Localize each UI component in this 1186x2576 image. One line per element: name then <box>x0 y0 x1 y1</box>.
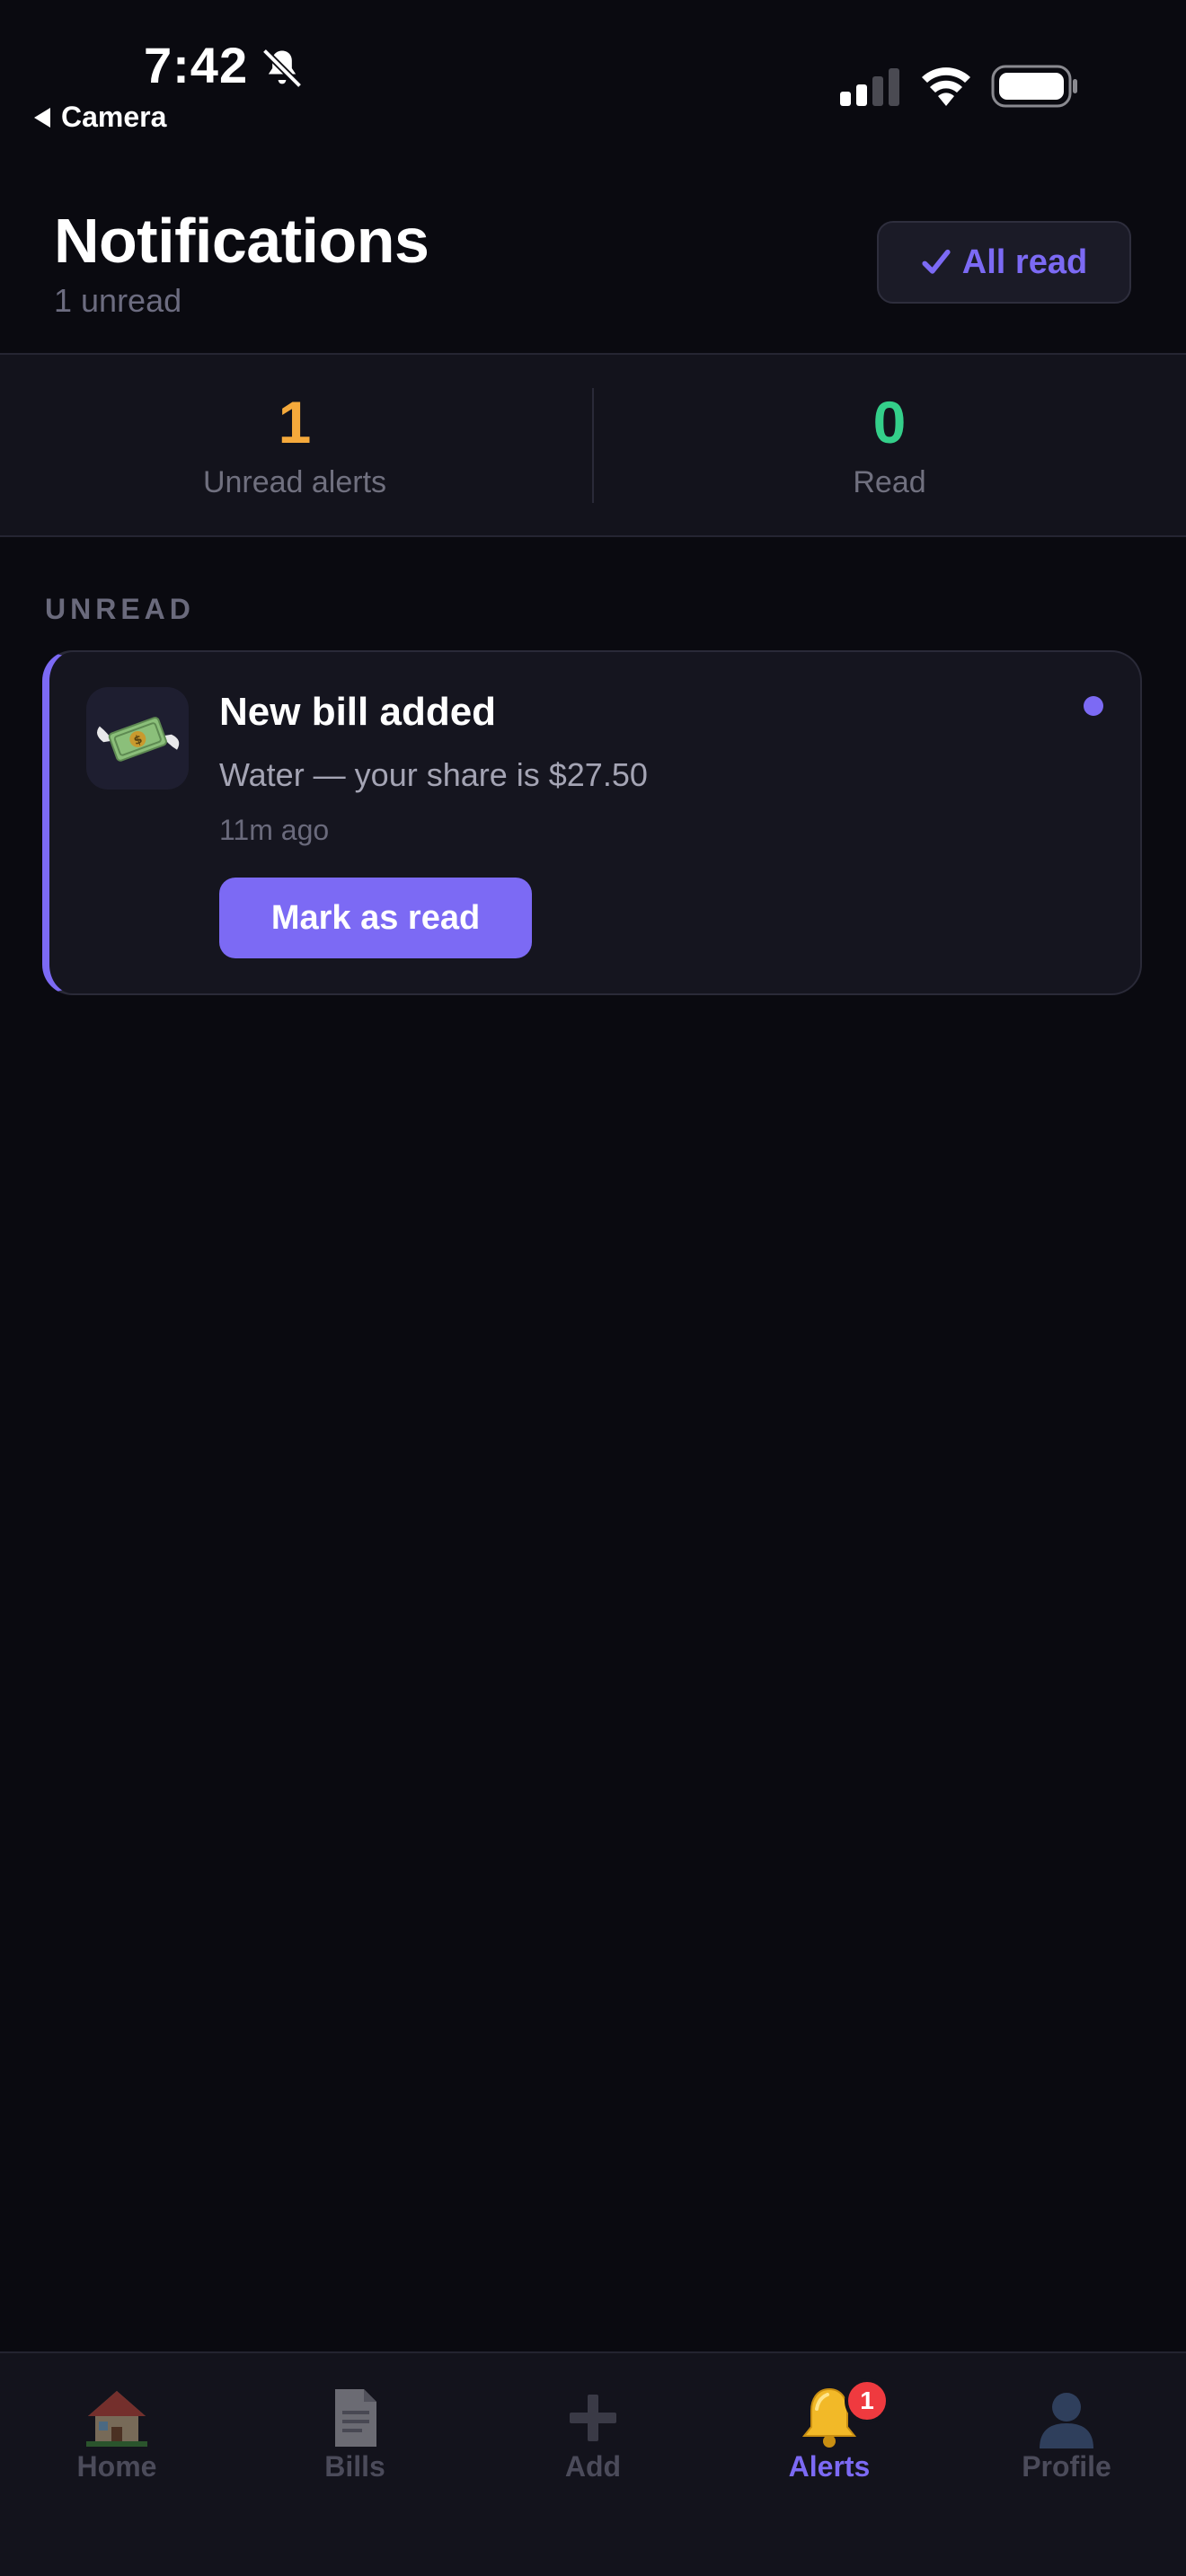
back-triangle-icon <box>34 107 50 128</box>
tab-home-label: Home <box>76 2450 157 2483</box>
house-icon <box>86 2391 147 2447</box>
back-to-camera-button[interactable]: Camera <box>34 101 166 134</box>
mark-as-read-button[interactable]: Mark as read <box>219 878 532 958</box>
battery-icon <box>991 65 1077 108</box>
notification-timestamp: 11m ago <box>219 814 330 846</box>
bell-slash-icon <box>261 48 303 89</box>
unread-count-subtitle: 1 unread <box>54 282 182 319</box>
tab-add-label: Add <box>564 2450 622 2483</box>
notification-body: Water — your share is $27.50 <box>219 756 648 793</box>
money-with-wings-icon: $ <box>97 717 180 762</box>
notification-card[interactable] <box>42 650 1142 995</box>
status-time: 7:42 <box>144 37 249 93</box>
plus-icon <box>570 2395 616 2441</box>
cellular-signal-icon <box>840 68 899 106</box>
tab-home[interactable]: Home <box>27 2382 207 2508</box>
read-count: 0 <box>872 389 907 455</box>
unread-indicator-dot <box>1084 696 1103 716</box>
wifi-icon <box>922 67 970 106</box>
section-heading-unread: UNREAD <box>45 593 195 625</box>
tab-profile[interactable]: Profile <box>977 2382 1156 2508</box>
mark-all-read-button[interactable]: All read <box>877 221 1131 304</box>
mark-all-read-label: All read <box>961 243 1088 281</box>
alerts-badge: 1 <box>845 2378 890 2423</box>
unread-alerts-label: Unread alerts <box>202 465 387 499</box>
back-label: Camera <box>61 101 167 133</box>
tab-bills[interactable]: Bills <box>265 2382 445 2508</box>
checkmark-icon <box>922 249 951 274</box>
person-icon <box>1040 2393 1093 2448</box>
tab-alerts-label: Alerts <box>788 2450 871 2483</box>
page-title: Notifications <box>54 206 429 276</box>
unread-alerts-count: 1 <box>278 389 312 455</box>
tab-profile-label: Profile <box>1022 2450 1111 2483</box>
tab-add[interactable]: Add <box>503 2382 683 2508</box>
read-label: Read <box>853 465 926 499</box>
document-icon <box>335 2389 376 2447</box>
notification-title: New bill added <box>219 690 497 734</box>
tab-alerts[interactable]: Alerts <box>739 2382 919 2508</box>
tab-bills-label: Bills <box>324 2450 385 2483</box>
stats-divider <box>592 388 594 503</box>
notification-icon-tile: $ <box>86 687 189 790</box>
